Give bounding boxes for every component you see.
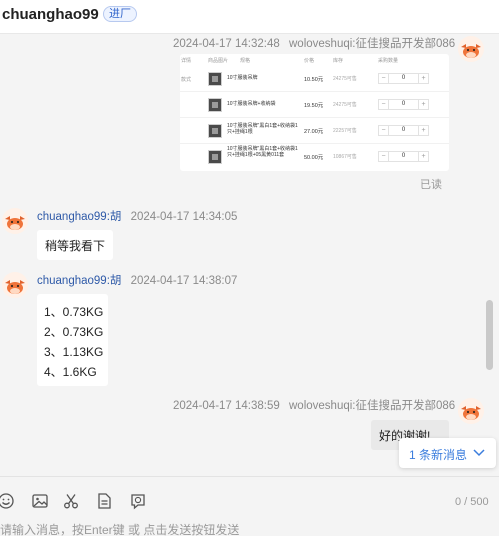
product-name: 10寸服装吊牌"黑白1套+收纳袋1只+挂绳1根 xyxy=(227,123,298,135)
message-sender: woloveshuqi:征佳搜品开发部086 xyxy=(289,38,456,50)
column-header: 商品图片 xyxy=(208,58,229,64)
avatar[interactable] xyxy=(2,272,28,298)
image-icon xyxy=(32,494,48,508)
image-button[interactable] xyxy=(31,492,49,510)
contact-name[interactable]: chuanghao99 xyxy=(2,6,99,23)
message-list[interactable]: 2024-04-17 14:32:48 woloveshuqi:征佳搜品开发部0… xyxy=(0,34,499,476)
history-icon xyxy=(131,494,145,510)
message-meta: chuanghao99:胡 2024-04-17 14:38:07 xyxy=(37,272,237,288)
screenshot-button[interactable] xyxy=(62,492,80,510)
message-time: 2024-04-17 14:34:05 xyxy=(130,211,238,223)
quantity-input[interactable]: 0 xyxy=(389,151,418,162)
message-sender[interactable]: chuanghao99:胡 xyxy=(37,275,121,287)
decrease-button[interactable]: − xyxy=(378,73,389,84)
quantity-input[interactable]: 0 xyxy=(389,125,418,136)
product-row: 10寸服装吊牌"黑白1套+收纳袋1只+挂绳1根+05黑黄011套 50.00元 … xyxy=(180,144,449,170)
message-bubble[interactable]: 稍等我看下 xyxy=(37,230,114,260)
avatar[interactable] xyxy=(458,36,484,62)
column-header: 详情 xyxy=(181,58,192,64)
message-input[interactable]: 请输入消息，按Enter键 或 点击发送按钮发送 xyxy=(0,521,239,536)
message-text: 稍等我看下 xyxy=(45,239,106,253)
message-time: 2024-04-17 14:38:59 xyxy=(173,400,280,412)
decrease-button[interactable]: − xyxy=(378,125,389,136)
emoji-button[interactable] xyxy=(0,492,15,510)
product-card[interactable]: 详情 商品图片 规格 价格 库存 采购数量 款式 10寸服装吊牌 10.50元 … xyxy=(180,54,449,171)
chat-header: chuanghao99 进厂 xyxy=(0,0,499,34)
scissors-icon xyxy=(64,494,78,509)
product-price: 27.00元 xyxy=(304,129,324,135)
message-bubble[interactable]: 1、0.73KG 2、0.73KG 3、1.13KG 4、1.6KG xyxy=(37,294,108,386)
file-button[interactable] xyxy=(95,492,113,510)
increase-button[interactable]: + xyxy=(418,73,429,84)
scrollbar-thumb[interactable] xyxy=(486,300,493,370)
history-button[interactable] xyxy=(129,492,147,510)
message-text: 1、0.73KG xyxy=(44,305,104,319)
message-meta: 2024-04-17 14:38:59 woloveshuqi:征佳搜品开发部0… xyxy=(173,397,455,413)
composer: 0 / 500 请输入消息，按Enter键 或 点击发送按钮发送 xyxy=(0,476,499,536)
product-stock: 24275可售 xyxy=(333,76,357,82)
quantity-input[interactable]: 0 xyxy=(389,99,418,110)
quantity-input[interactable]: 0 xyxy=(389,73,418,84)
increase-button[interactable]: + xyxy=(418,125,429,136)
column-header: 价格 xyxy=(304,58,315,64)
avatar[interactable] xyxy=(2,208,28,234)
decrease-button[interactable]: − xyxy=(378,99,389,110)
product-name: 10寸服装吊牌+收纳袋 xyxy=(227,101,276,107)
message-text: 3、1.13KG xyxy=(44,345,104,359)
new-messages-button[interactable]: 1 条新消息 xyxy=(399,438,496,468)
product-stock: 10867可售 xyxy=(333,154,357,160)
avatar[interactable] xyxy=(458,398,484,424)
increase-button[interactable]: + xyxy=(418,151,429,162)
message-time: 2024-04-17 14:32:48 xyxy=(173,38,280,50)
product-stock: 24275可售 xyxy=(333,102,357,108)
column-header: 采购数量 xyxy=(378,58,399,64)
product-price: 10.50元 xyxy=(304,77,324,83)
message-meta: 2024-04-17 14:32:48 woloveshuqi:征佳搜品开发部0… xyxy=(173,35,455,51)
product-card-header: 详情 商品图片 规格 价格 库存 采购数量 xyxy=(180,54,449,66)
cow-avatar-icon xyxy=(458,36,484,62)
product-name: 10寸服装吊牌 xyxy=(227,75,258,81)
emoji-icon xyxy=(0,493,14,509)
file-icon xyxy=(98,493,111,509)
message-meta: chuanghao99:胡 2024-04-17 14:34:05 xyxy=(37,208,237,224)
increase-button[interactable]: + xyxy=(418,99,429,110)
character-counter: 0 / 500 xyxy=(455,496,489,508)
contact-badge: 进厂 xyxy=(103,6,137,22)
message-sender[interactable]: chuanghao99:胡 xyxy=(37,211,121,223)
product-thumbnail[interactable] xyxy=(208,124,222,138)
cow-avatar-icon xyxy=(2,208,28,234)
cow-avatar-icon xyxy=(2,272,28,298)
product-row: 10寸服装吊牌"黑白1套+收纳袋1只+挂绳1根 27.00元 22257可售 −… xyxy=(180,118,449,144)
product-row: 10寸服装吊牌 10.50元 24275可售 − 0 + xyxy=(180,66,449,92)
chevron-down-icon xyxy=(473,449,485,457)
message-text: 2、0.73KG xyxy=(44,325,104,339)
message-text: 4、1.6KG xyxy=(44,365,97,379)
product-name: 10寸服装吊牌"黑白1套+收纳袋1只+挂绳1根+05黑黄011套 xyxy=(227,146,298,158)
product-thumbnail[interactable] xyxy=(208,98,222,112)
product-stock: 22257可售 xyxy=(333,128,357,134)
message-time: 2024-04-17 14:38:07 xyxy=(130,275,238,287)
product-row: 10寸服装吊牌+收纳袋 19.50元 24275可售 − 0 + xyxy=(180,92,449,118)
new-messages-label: 1 条新消息 xyxy=(409,448,468,462)
product-thumbnail[interactable] xyxy=(208,72,222,86)
product-thumbnail[interactable] xyxy=(208,150,222,164)
cow-avatar-icon xyxy=(458,398,484,424)
product-price: 19.50元 xyxy=(304,103,324,109)
decrease-button[interactable]: − xyxy=(378,151,389,162)
read-status: 已读 xyxy=(420,179,442,191)
column-header: 规格 xyxy=(240,58,251,64)
product-price: 50.00元 xyxy=(304,155,324,161)
message-sender: woloveshuqi:征佳搜品开发部086 xyxy=(289,400,456,412)
scrollbar-track[interactable] xyxy=(484,34,494,476)
column-header: 库存 xyxy=(333,58,344,64)
